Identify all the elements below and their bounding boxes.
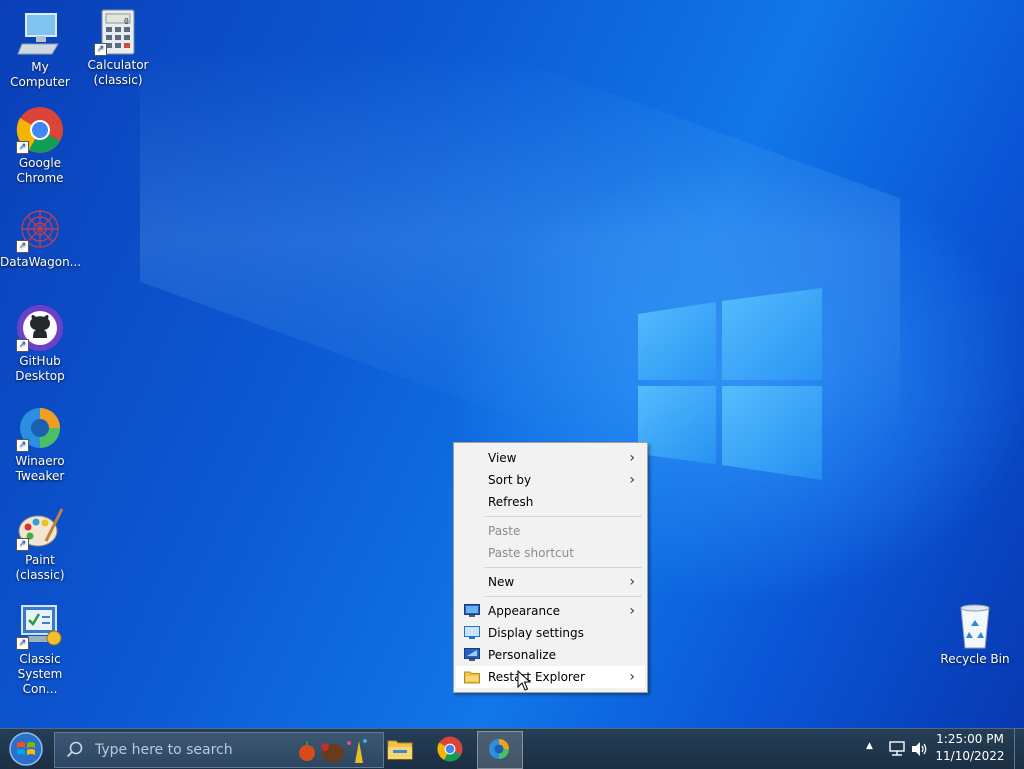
winaero-icon: ↗ [16, 404, 64, 452]
mouse-cursor-icon [517, 670, 531, 691]
menu-item-paste[interactable]: Paste [456, 520, 645, 542]
shortcut-arrow-icon: ↗ [16, 240, 29, 253]
desktop-icon-winaero-tweaker[interactable]: ↗ Winaero Tweaker [0, 404, 80, 484]
chevron-right-icon: › [629, 669, 635, 685]
desktop-icon-label: Winaero Tweaker [15, 454, 65, 483]
display-icon [464, 626, 480, 639]
github-icon: ↗ [16, 304, 64, 352]
winaero-icon [489, 739, 509, 759]
menu-item-label: New [488, 575, 515, 589]
shortcut-arrow-icon: ↗ [16, 439, 29, 452]
menu-item-view[interactable]: View › [456, 447, 645, 469]
windows-logo-wallpaper [638, 288, 822, 480]
desktop-context-menu: View › Sort by › Refresh Paste Paste sho… [453, 442, 648, 693]
calculator-icon: 0 ↗ [94, 8, 142, 56]
network-icon[interactable] [888, 741, 906, 757]
menu-item-label: Restart Explorer [488, 670, 585, 684]
calculator-display-digit: 0 [124, 17, 129, 26]
menu-separator [484, 567, 642, 568]
taskbar-file-explorer-button[interactable] [378, 731, 422, 767]
shortcut-arrow-icon: ↗ [16, 538, 29, 551]
chevron-right-icon: › [629, 603, 635, 619]
menu-item-display-settings[interactable]: Display settings [456, 622, 645, 644]
desktop-icon-datawagon[interactable]: ↗ DataWagon... [0, 205, 82, 270]
clock-time: 1:25:00 PM [936, 732, 1004, 746]
menu-item-sort-by[interactable]: Sort by › [456, 469, 645, 491]
show-desktop-button[interactable] [1014, 729, 1024, 769]
desktop-icon-label: GitHub Desktop [15, 354, 65, 383]
computer-icon [16, 10, 64, 58]
desktop-icon-github-desktop[interactable]: ↗ GitHub Desktop [0, 304, 80, 384]
shortcut-arrow-icon: ↗ [16, 637, 29, 650]
taskbar: Type here to search ▲ 1:25:00 PM 11/10/2… [0, 728, 1024, 769]
desktop-icon-label: Google Chrome [16, 156, 64, 185]
taskbar-clock[interactable]: 1:25:00 PM 11/10/2022 [932, 731, 1008, 765]
menu-item-new[interactable]: New › [456, 571, 645, 593]
desktop-icon-label: Calculator (classic) [87, 58, 149, 87]
chevron-right-icon: › [629, 574, 635, 590]
control-panel-icon: ↗ [16, 602, 64, 650]
tray-overflow-chevron-icon[interactable]: ▲ [866, 741, 873, 751]
menu-item-appearance[interactable]: Appearance › [456, 600, 645, 622]
volume-icon[interactable] [911, 741, 929, 757]
search-highlight-illustration-icon [299, 739, 367, 763]
menu-item-label: View [488, 451, 517, 465]
datawagon-icon: ↗ [16, 205, 64, 253]
menu-separator [484, 596, 642, 597]
shortcut-arrow-icon: ↗ [94, 43, 107, 56]
shortcut-arrow-icon: ↗ [16, 141, 29, 154]
shortcut-arrow-icon: ↗ [16, 339, 29, 352]
desktop-icon-label: My Computer [10, 60, 70, 89]
desktop-icon-paint[interactable]: ↗ Paint (classic) [0, 503, 80, 583]
desktop-icon-chrome[interactable]: ↗ Google Chrome [0, 106, 80, 186]
file-explorer-icon [387, 740, 413, 760]
desktop-icon-label: Recycle Bin [940, 652, 1010, 666]
chevron-right-icon: › [629, 472, 635, 488]
clock-date: 11/10/2022 [935, 749, 1005, 763]
desktop-icon-my-computer[interactable]: My Computer [0, 10, 80, 90]
taskbar-chrome-button[interactable] [428, 731, 472, 767]
paint-palette-icon: ↗ [16, 503, 64, 551]
menu-item-paste-shortcut[interactable]: Paste shortcut [456, 542, 645, 564]
appearance-icon [464, 604, 480, 617]
personalize-icon [464, 648, 480, 661]
menu-item-label: Refresh [488, 495, 534, 509]
menu-separator [484, 516, 642, 517]
menu-item-refresh[interactable]: Refresh [456, 491, 645, 513]
start-button[interactable] [6, 731, 46, 767]
chrome-icon [437, 736, 463, 762]
recycle-bin-icon [951, 602, 999, 650]
desktop-icon-recycle-bin[interactable]: Recycle Bin [935, 602, 1015, 667]
search-icon [66, 741, 83, 758]
desktop-icon-classic-system-control[interactable]: ↗ Classic System Con... [0, 602, 80, 697]
menu-item-label: Display settings [488, 626, 584, 640]
menu-item-label: Sort by [488, 473, 532, 487]
menu-item-label: Appearance [488, 604, 561, 618]
desktop-icon-label: DataWagon... [0, 255, 82, 269]
desktop-icon-label: Classic System Con... [17, 652, 63, 696]
menu-item-label: Personalize [488, 648, 557, 662]
menu-item-personalize[interactable]: Personalize [456, 644, 645, 666]
menu-item-label: Paste shortcut [488, 546, 574, 560]
chevron-right-icon: › [629, 450, 635, 466]
taskbar-winaero-button[interactable] [477, 731, 523, 769]
search-placeholder: Type here to search [95, 742, 233, 758]
taskbar-search-box[interactable]: Type here to search [54, 732, 384, 768]
folder-icon [464, 671, 480, 684]
desktop[interactable]: My Computer 0 ↗ Calculator (classic) ↗ G… [0, 0, 1024, 728]
desktop-icon-label: Paint (classic) [15, 553, 65, 582]
desktop-icon-calculator[interactable]: 0 ↗ Calculator (classic) [78, 8, 158, 88]
menu-item-label: Paste [488, 524, 521, 538]
chrome-icon: ↗ [16, 106, 64, 154]
menu-item-restart-explorer[interactable]: Restart Explorer › [456, 666, 645, 688]
